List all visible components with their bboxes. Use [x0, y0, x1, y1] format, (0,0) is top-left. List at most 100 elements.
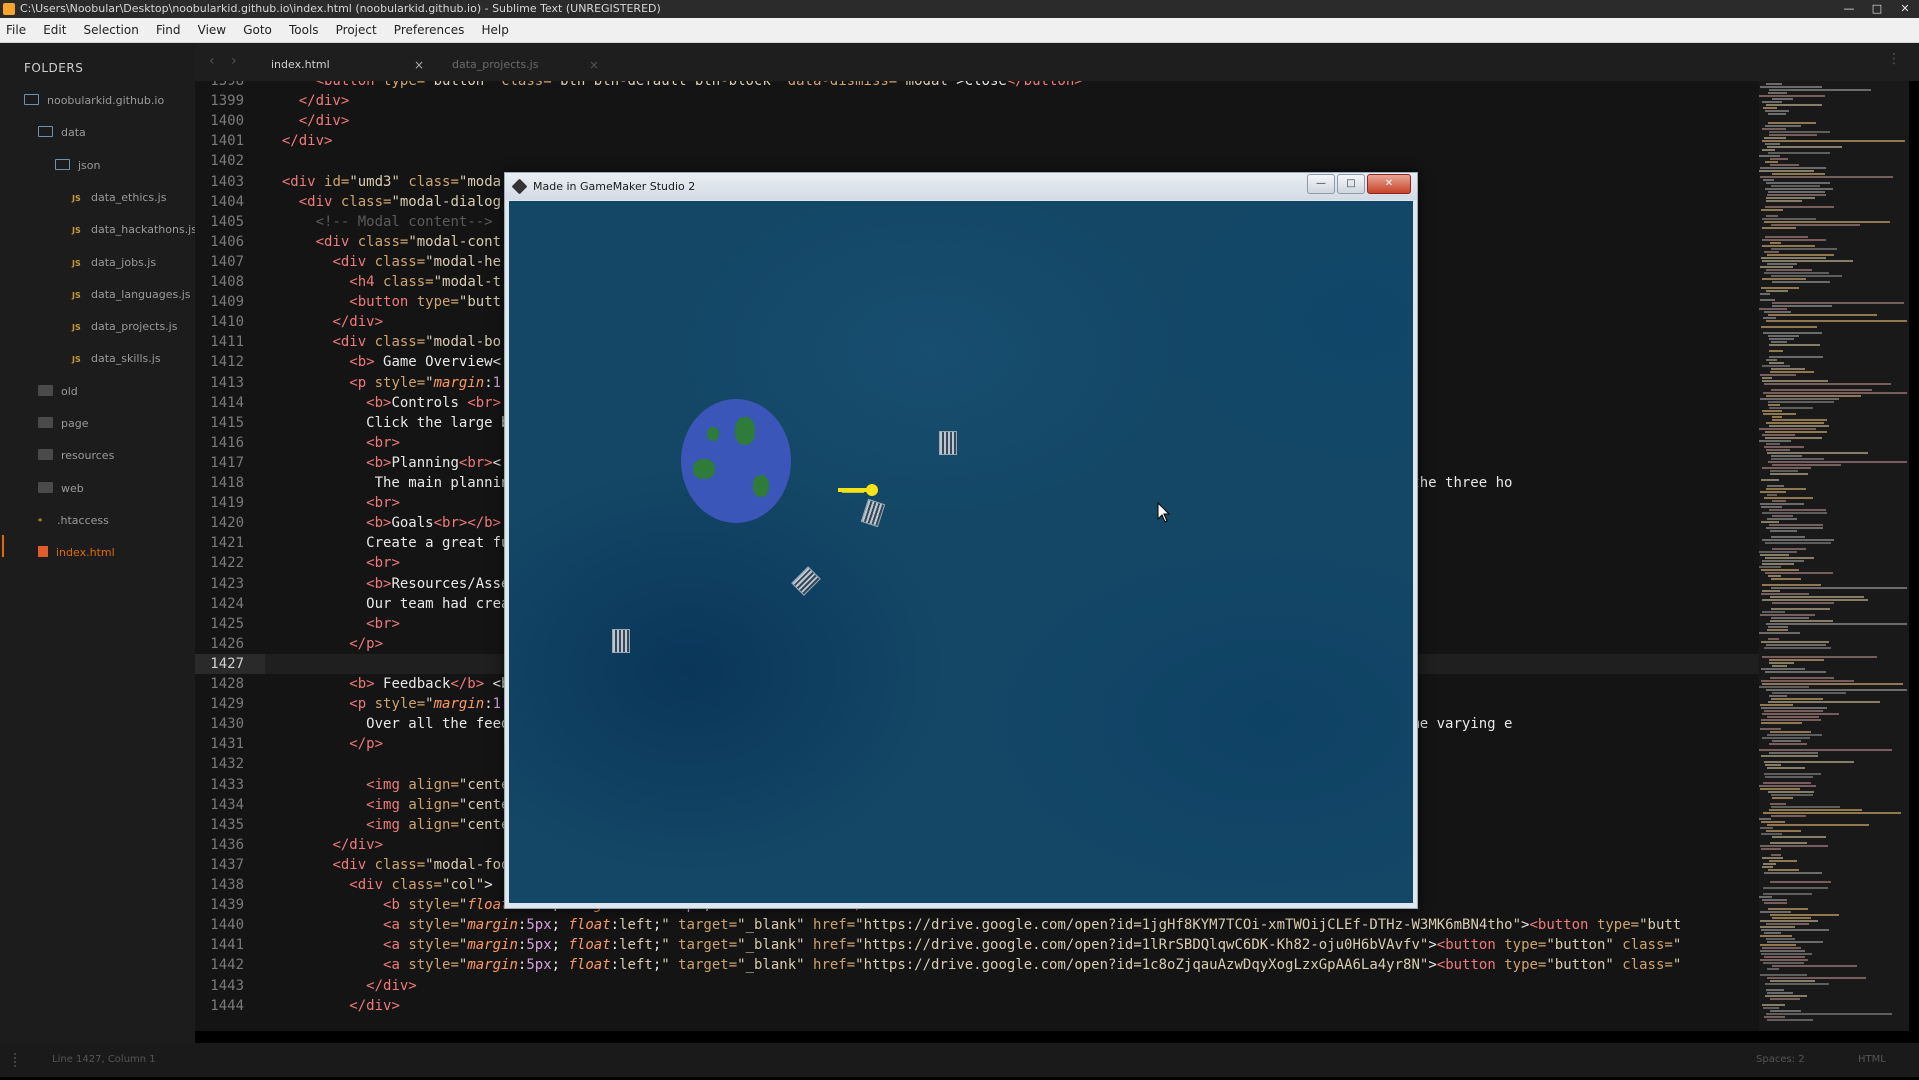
syntax-selector[interactable]: HTML [1858, 1043, 1886, 1077]
code-line[interactable]: <!-- Modal content--> [265, 212, 493, 232]
menu-project[interactable]: Project [330, 18, 383, 42]
menu-preferences[interactable]: Preferences [388, 18, 471, 42]
code-line[interactable]: Click the large b [265, 413, 509, 433]
code-line[interactable]: </div> [265, 976, 417, 996]
code-line[interactable]: <div class="col"> [265, 875, 492, 895]
code-line[interactable]: <div id="umd3" class="moda [265, 172, 501, 192]
sidebar-folder[interactable]: page [38, 414, 88, 434]
code-line[interactable]: <p style="margin:1 [265, 694, 501, 714]
tab-label: data_projects.js [452, 58, 539, 71]
code-line[interactable]: </div> [265, 111, 350, 131]
code-line[interactable]: <img align="cente [265, 795, 509, 815]
code-line[interactable]: </div> [265, 996, 400, 1016]
game-maximize-button[interactable]: □ [1337, 174, 1365, 194]
code-line[interactable]: <b>Controls <br> [265, 393, 501, 413]
line-number: 1404 [210, 193, 244, 210]
code-line[interactable]: <b>Resources/Asse [265, 574, 509, 594]
sidebar-file[interactable]: JS data_languages.js [72, 285, 191, 305]
code-line[interactable]: </p> [265, 734, 383, 754]
code-line[interactable]: Our team had crea [265, 594, 509, 614]
sidebar-file[interactable]: index.html [38, 543, 115, 563]
code-line[interactable]: </div> [265, 312, 383, 332]
code-line[interactable]: <br> [265, 553, 400, 573]
game-window-titlebar[interactable]: Made in GameMaker Studio 2 — □ ✕ [505, 173, 1417, 200]
menu-tools[interactable]: Tools [283, 18, 325, 42]
back-arrow-icon[interactable]: ‹ [209, 53, 215, 69]
sidebar-file[interactable]: JS data_ethics.js [72, 188, 166, 208]
minimize-button[interactable]: — [1835, 0, 1863, 18]
code-line[interactable]: </p> [265, 634, 383, 654]
menu-view[interactable]: View [192, 18, 232, 42]
code-line[interactable]: <a style="margin:5px; float:left;" targe… [265, 955, 1681, 975]
trash-can[interactable] [939, 431, 957, 455]
code-line[interactable]: <p style="margin:1 [265, 373, 501, 393]
maximize-button[interactable]: □ [1863, 0, 1891, 18]
minimap-line [1761, 569, 1799, 571]
code-line[interactable]: <img align="cente [265, 775, 509, 795]
sidebar-file[interactable]: JS data_hackathons.js [72, 220, 197, 240]
menu-help[interactable]: Help [475, 18, 514, 42]
code-line[interactable]: <a style="margin:5px; float:left;" targe… [265, 915, 1681, 935]
sidebar-file[interactable]: JS data_projects.js [72, 317, 177, 337]
code-line[interactable]: <a style="margin:5px; float:left;" targe… [265, 935, 1681, 955]
code-line[interactable]: <div class="modal-dialog [265, 192, 501, 212]
indentation-setting[interactable]: Spaces: 2 [1756, 1043, 1805, 1077]
code-line[interactable]: <div class="modal-bo [265, 332, 501, 352]
minimap-line [1769, 344, 1820, 346]
menu-find[interactable]: Find [150, 18, 187, 42]
close-tab-icon[interactable]: × [414, 50, 424, 80]
earth-planet[interactable] [681, 399, 791, 523]
menu-edit[interactable]: Edit [37, 18, 72, 42]
close-button[interactable]: ✕ [1891, 0, 1919, 18]
forward-arrow-icon[interactable]: › [231, 53, 237, 69]
tab-data-projects-js[interactable]: data_projects.js × [452, 50, 602, 80]
close-tab-icon[interactable]: × [589, 50, 599, 80]
game-close-button[interactable]: ✕ [1367, 174, 1411, 194]
code-line[interactable]: <button type="button" class="btn btn-def… [265, 81, 1083, 91]
trash-can[interactable] [612, 629, 630, 653]
sidebar-file[interactable]: * .htaccess [38, 511, 109, 531]
sidebar-folder[interactable]: data [38, 123, 86, 143]
code-line[interactable]: <b> Game Overview< [265, 352, 501, 372]
menu-file[interactable]: File [0, 18, 32, 42]
code-line[interactable]: <br> [265, 493, 400, 513]
minimap-line [1770, 473, 1808, 475]
code-line[interactable]: </div> [265, 91, 350, 111]
menu-goto[interactable]: Goto [237, 18, 278, 42]
sidebar-folder[interactable]: noobularkid.github.io [24, 91, 164, 111]
code-line[interactable]: <br> [265, 433, 400, 453]
menu-selection[interactable]: Selection [78, 18, 145, 42]
minimap-line [1761, 209, 1783, 211]
sidebar-folder[interactable]: resources [38, 446, 114, 466]
code-line[interactable]: <b>Planning<br>< [265, 453, 501, 473]
code-line[interactable]: <br> [265, 614, 400, 634]
trash-can[interactable] [860, 498, 886, 528]
game-minimize-button[interactable]: — [1307, 174, 1335, 194]
minimap-line [1762, 380, 1828, 382]
sidebar-file[interactable]: JS data_skills.js [72, 349, 161, 369]
code-line[interactable]: <div class="modal-foo [265, 855, 509, 875]
minimap-line [1765, 557, 1814, 559]
trash-can[interactable] [791, 566, 821, 596]
panel-toggle-icon[interactable] [14, 1053, 19, 1067]
game-canvas[interactable] [509, 201, 1413, 903]
code-line[interactable]: <div class="modal-he [265, 252, 501, 272]
code-line[interactable]: <button type="butt [265, 292, 501, 312]
minimap[interactable] [1759, 81, 1909, 1031]
code-line[interactable]: </div> [265, 131, 333, 151]
sidebar-folder[interactable]: json [55, 156, 101, 176]
more-options-icon[interactable]: ⋮ [1887, 51, 1901, 67]
code-line[interactable]: <b>Goals<br></b> [265, 513, 501, 533]
game-window[interactable]: Made in GameMaker Studio 2 — □ ✕ [504, 172, 1418, 909]
code-line[interactable]: <h4 class="modal-t [265, 272, 501, 292]
tab-index-html[interactable]: index.html × [271, 50, 427, 80]
code-line[interactable]: Create a great fu [265, 533, 509, 553]
minimap-line [1764, 383, 1891, 385]
code-line[interactable]: <b> Feedback</b> <b [265, 674, 509, 694]
sidebar-file[interactable]: JS data_jobs.js [72, 253, 156, 273]
code-line[interactable]: </div> [265, 835, 383, 855]
code-line[interactable]: <div class="modal-cont [265, 232, 501, 252]
sidebar-folder[interactable]: web [38, 479, 84, 499]
sidebar-folder[interactable]: old [38, 382, 78, 402]
code-line[interactable]: <img align="cente [265, 815, 509, 835]
